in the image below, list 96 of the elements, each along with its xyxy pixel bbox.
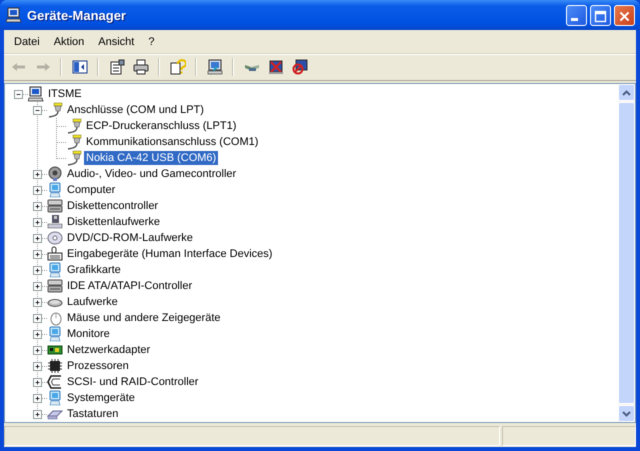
tree-item[interactable]: Diskettenlaufwerke (65, 215, 162, 229)
tree-item[interactable]: Nokia CA-42 USB (COM6) (84, 151, 218, 165)
tree-item[interactable]: ITSME (46, 87, 84, 101)
tree-item[interactable]: Grafikkarte (65, 263, 123, 277)
drive-controller-icon (47, 198, 63, 214)
help-icon (170, 59, 186, 75)
expand-button[interactable] (33, 186, 42, 195)
print-icon (132, 59, 148, 75)
menu-item[interactable]: Datei (7, 34, 47, 50)
tree-item[interactable]: SCSI- und RAID-Controller (65, 375, 200, 389)
tree-pane-icon (72, 59, 88, 75)
speaker-icon (47, 166, 63, 182)
expand-button[interactable] (33, 298, 42, 307)
caret-up-icon (622, 90, 631, 96)
monitor-icon (47, 262, 63, 278)
scan-hardware-icon (206, 59, 222, 75)
tree-item[interactable]: Tastaturen (65, 407, 120, 421)
tree-item[interactable]: Monitore (65, 327, 112, 341)
collapse-button[interactable] (14, 90, 23, 99)
expand-button[interactable] (33, 314, 42, 323)
plus-icon (34, 267, 41, 274)
expand-button[interactable] (33, 202, 42, 211)
tree-item[interactable]: Eingabegeräte (Human Interface Devices) (65, 247, 274, 261)
plus-icon (34, 411, 41, 418)
drive-controller-icon (47, 278, 63, 294)
tree-item[interactable]: IDE ATA/ATAPI-Controller (65, 279, 194, 293)
disable-icon (292, 59, 308, 75)
scsi-connector-icon (47, 374, 63, 390)
scrollbar-thumb[interactable] (618, 102, 635, 404)
plus-icon (34, 219, 41, 226)
plus-icon (34, 347, 41, 354)
uninstall-icon (268, 59, 284, 75)
tree-item[interactable]: Anschlüsse (COM und LPT) (65, 103, 206, 117)
plus-icon (34, 235, 41, 242)
expand-button[interactable] (33, 378, 42, 387)
scroll-down-button[interactable] (618, 405, 635, 422)
plus-icon (34, 299, 41, 306)
minus-icon (15, 91, 22, 98)
input-device-icon (47, 246, 63, 262)
plus-icon (34, 331, 41, 338)
tree-item[interactable]: DVD/CD-ROM-Laufwerke (65, 231, 195, 245)
computer-icon (6, 7, 22, 23)
expand-button[interactable] (33, 330, 42, 339)
tree-item[interactable]: Kommunikationsanschluss (COM1) (84, 135, 260, 149)
scroll-up-button[interactable] (618, 84, 635, 101)
expand-button[interactable] (33, 394, 42, 403)
expand-button[interactable] (33, 234, 42, 243)
minimize-button[interactable] (566, 4, 587, 26)
tree-item[interactable]: Prozessoren (65, 359, 131, 373)
computer-icon (28, 86, 44, 102)
monitor-icon (47, 182, 63, 198)
expand-button[interactable] (33, 266, 42, 275)
floppy-drive-icon (47, 214, 63, 230)
disc-icon (47, 230, 63, 246)
collapse-button[interactable] (33, 106, 42, 115)
connector-icon (47, 102, 63, 118)
caret-down-icon (622, 410, 631, 416)
chip-icon (47, 358, 63, 374)
expand-button[interactable] (33, 170, 42, 179)
close-button[interactable] (614, 4, 635, 26)
tree-item[interactable]: Netzwerkadapter (65, 343, 152, 357)
window-title: Geräte-Manager (27, 8, 127, 22)
tree-item[interactable]: Systemgeräte (65, 391, 137, 405)
expand-button[interactable] (33, 282, 42, 291)
tree-item[interactable]: Audio-, Video- und Gamecontroller (65, 167, 238, 181)
plus-icon (34, 315, 41, 322)
connector-icon (66, 118, 82, 134)
maximize-button[interactable] (590, 4, 611, 26)
plus-icon (34, 203, 41, 210)
monitor-icon (47, 390, 63, 406)
expand-button[interactable] (33, 218, 42, 227)
plus-icon (34, 283, 41, 290)
menu-item[interactable]: Aktion (46, 34, 92, 50)
connector-icon (66, 134, 82, 150)
tree-item[interactable]: Laufwerke (65, 295, 120, 309)
expand-button[interactable] (33, 346, 42, 355)
expand-button[interactable] (33, 410, 42, 419)
tree-item[interactable]: ECP-Druckeranschluss (LPT1) (84, 119, 238, 133)
minus-icon (34, 107, 41, 114)
menu-item[interactable]: ? (141, 34, 162, 50)
plus-icon (34, 363, 41, 370)
plus-icon (34, 379, 41, 386)
monitor-icon (47, 326, 63, 342)
minimize-icon (571, 18, 578, 20)
properties-icon (108, 59, 124, 75)
menu-item[interactable]: Ansicht (91, 34, 142, 50)
tree-item[interactable]: Diskettencontroller (65, 199, 160, 213)
plus-icon (34, 171, 41, 178)
tree-item[interactable]: Mäuse und andere Zeigegeräte (65, 311, 222, 325)
plus-icon (34, 187, 41, 194)
tree-item[interactable]: Computer (65, 183, 118, 197)
plus-icon (34, 251, 41, 258)
expand-button[interactable] (33, 250, 42, 259)
plus-icon (34, 395, 41, 402)
connector-icon (66, 150, 82, 166)
expand-button[interactable] (33, 362, 42, 371)
